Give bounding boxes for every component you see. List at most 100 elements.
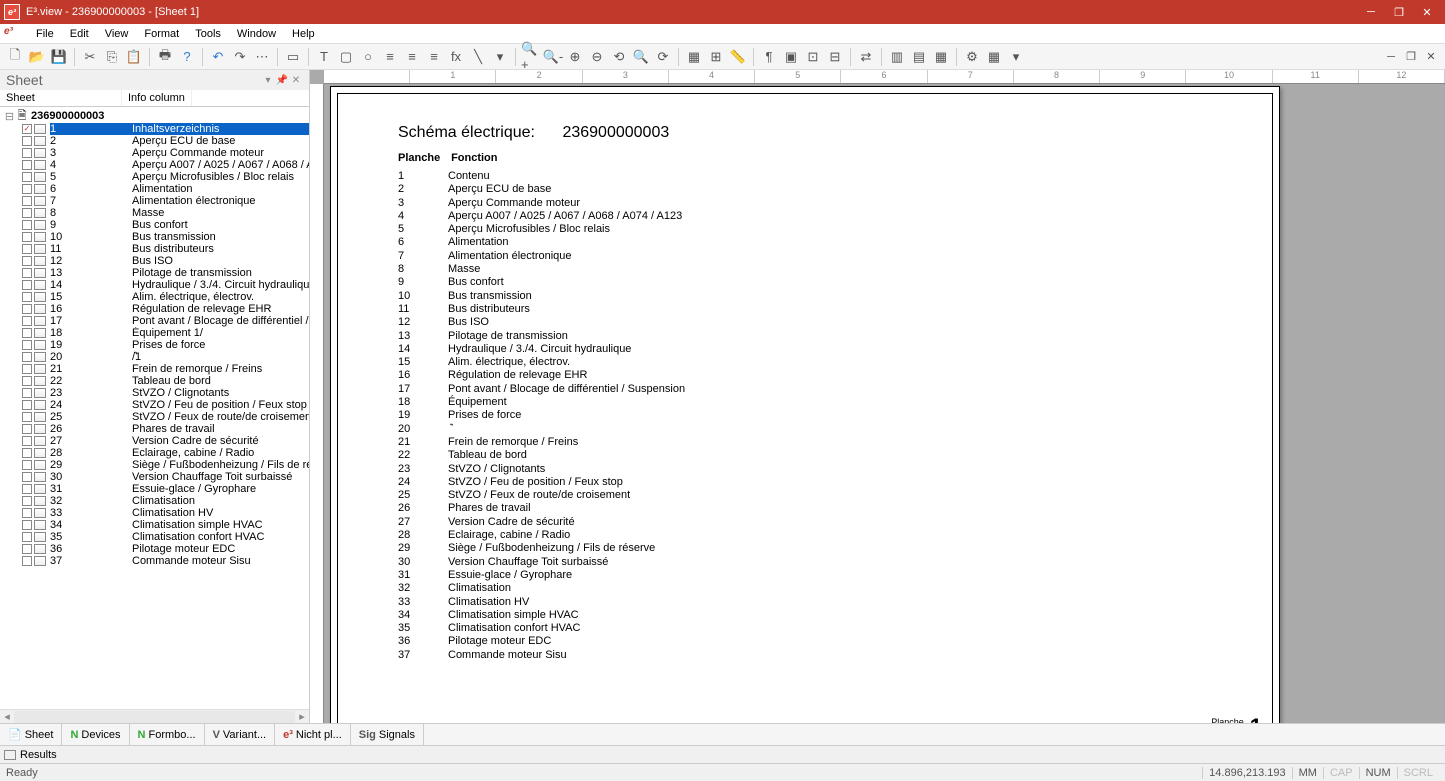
sheet-item-31[interactable]: 31Essuie-glace / Gyrophare — [4, 483, 309, 495]
sheet-checkbox[interactable] — [22, 304, 32, 314]
shape-circle-button[interactable]: ○ — [357, 46, 379, 68]
cut-button[interactable]: ✂ — [79, 46, 101, 68]
sheet-item-3[interactable]: 3Aperçu Commande moteur — [4, 147, 309, 159]
help-button[interactable]: ? — [176, 46, 198, 68]
layout3-button[interactable]: ⊟ — [824, 46, 846, 68]
zoom-fit-button[interactable]: ⊕ — [564, 46, 586, 68]
scroll-left-icon[interactable]: ◂ — [0, 710, 14, 723]
panel-dropdown-icon[interactable]: ▾ — [261, 73, 275, 87]
tab-nichtpl[interactable]: e³Nicht pl... — [275, 724, 351, 745]
sheet-item-23[interactable]: 23StVZO / Clignotants — [4, 387, 309, 399]
snap-button[interactable]: ⊞ — [705, 46, 727, 68]
zoom-in-button[interactable]: 🔍+ — [520, 46, 542, 68]
sheet-item-14[interactable]: 14Hydraulique / 3./4. Circuit hydrauliqu… — [4, 279, 309, 291]
align-center-button[interactable]: ≡ — [401, 46, 423, 68]
minimize-button[interactable]: ─ — [1357, 2, 1385, 22]
sheet-checkbox[interactable] — [22, 172, 32, 182]
sheet-item-9[interactable]: 9Bus confort — [4, 219, 309, 231]
sheet-checkbox[interactable] — [22, 184, 32, 194]
sheet-checkbox[interactable] — [22, 508, 32, 518]
view2-button[interactable]: ▤ — [908, 46, 930, 68]
sheet-checkbox[interactable] — [22, 496, 32, 506]
menu-tools[interactable]: Tools — [187, 26, 229, 42]
sheet-item-11[interactable]: 11Bus distributeurs — [4, 243, 309, 255]
sheet-checkbox[interactable] — [22, 316, 32, 326]
menu-help[interactable]: Help — [284, 26, 323, 42]
results-bar[interactable]: Results — [0, 745, 1445, 763]
sheet-checkbox[interactable] — [22, 460, 32, 470]
sheet-item-6[interactable]: 6Alimentation — [4, 183, 309, 195]
scroll-right-icon[interactable]: ▸ — [295, 710, 309, 723]
sheet-item-20[interactable]: 20݉/1 — [4, 351, 309, 363]
sheet-item-28[interactable]: 28Eclairage, cabine / Radio — [4, 447, 309, 459]
more-button[interactable]: ⋯ — [251, 46, 273, 68]
new-button[interactable]: 🗋 — [4, 46, 26, 68]
shape-rect-button[interactable]: ▢ — [335, 46, 357, 68]
sheet-checkbox[interactable] — [22, 292, 32, 302]
sheet-checkbox[interactable] — [22, 472, 32, 482]
sheet-item-5[interactable]: 5Aperçu Microfusibles / Bloc relais — [4, 171, 309, 183]
panel-pin-icon[interactable]: 📌 — [275, 73, 289, 87]
app-menu-icon[interactable]: e³ — [4, 26, 20, 42]
sheet-item-21[interactable]: 21Frein de remorque / Freins — [4, 363, 309, 375]
sheet-checkbox[interactable] — [22, 520, 32, 530]
sheet-item-4[interactable]: 4Aperçu A007 / A025 / A067 / A068 / A074… — [4, 159, 309, 171]
sheet-checkbox[interactable] — [22, 280, 32, 290]
sheet-item-2[interactable]: 2Aperçu ECU de base — [4, 135, 309, 147]
panel-col-sheet[interactable]: Sheet — [0, 90, 122, 106]
sheet-checkbox[interactable] — [22, 556, 32, 566]
sheet-checkbox[interactable] — [22, 208, 32, 218]
panel-hscrollbar[interactable]: ◂ ▸ — [0, 709, 309, 723]
sheet-item-25[interactable]: 25StVZO / Feux de route/de croisement — [4, 411, 309, 423]
sheet-item-36[interactable]: 36Pilotage moteur EDC — [4, 543, 309, 555]
mdi-minimize-button[interactable]: ─ — [1381, 49, 1401, 65]
sheet-item-26[interactable]: 26Phares de travail — [4, 423, 309, 435]
open-button[interactable]: 📂 — [26, 46, 48, 68]
sheet-checkbox[interactable] — [22, 256, 32, 266]
sheet-checkbox[interactable] — [22, 136, 32, 146]
dropdown-icon[interactable]: ▾ — [489, 46, 511, 68]
sheet-checkbox[interactable] — [22, 436, 32, 446]
sheet-checkbox[interactable] — [22, 220, 32, 230]
sheet-item-33[interactable]: 33Climatisation HV — [4, 507, 309, 519]
zoom-window-button[interactable]: ⊖ — [586, 46, 608, 68]
print-button[interactable]: 🖶 — [154, 46, 176, 68]
panel-close-icon[interactable]: ✕ — [289, 73, 303, 87]
sheet-checkbox[interactable] — [22, 412, 32, 422]
sheet-item-16[interactable]: 16Régulation de relevage EHR — [4, 303, 309, 315]
sheet-item-34[interactable]: 34Climatisation simple HVAC — [4, 519, 309, 531]
sheet-item-24[interactable]: 24StVZO / Feu de position / Feux stop — [4, 399, 309, 411]
formula-button[interactable]: fx — [445, 46, 467, 68]
sheet-item-30[interactable]: 30Version Chauffage Toit surbaissé — [4, 471, 309, 483]
connect-button[interactable]: ⇄ — [855, 46, 877, 68]
sheet-item-35[interactable]: 35Climatisation confort HVAC — [4, 531, 309, 543]
maximize-button[interactable]: ❐ — [1385, 2, 1413, 22]
sheet-item-13[interactable]: 13Pilotage de transmission — [4, 267, 309, 279]
refresh-button[interactable]: ⟳ — [652, 46, 674, 68]
mdi-close-button[interactable]: ✕ — [1421, 49, 1441, 65]
line-button[interactable]: ╲ — [467, 46, 489, 68]
sheet-item-29[interactable]: 29Siège / Fußbodenheizung / Fils de rése… — [4, 459, 309, 471]
sheet-checkbox[interactable] — [22, 364, 32, 374]
sheet-checkbox[interactable] — [22, 400, 32, 410]
sheet-checkbox[interactable] — [22, 148, 32, 158]
sheet-item-18[interactable]: 18Équipement ܎/1 — [4, 327, 309, 339]
sheet-checkbox[interactable] — [22, 532, 32, 542]
sheet-item-17[interactable]: 17Pont avant / Blocage de différentiel /… — [4, 315, 309, 327]
copy-button[interactable]: ⎘ — [101, 46, 123, 68]
text-button[interactable]: T — [313, 46, 335, 68]
sheet-checkbox[interactable] — [22, 424, 32, 434]
menu-file[interactable]: File — [28, 26, 62, 42]
view3-button[interactable]: ▦ — [930, 46, 952, 68]
sheet-checkbox[interactable] — [22, 340, 32, 350]
grid-button[interactable]: ▦ — [683, 46, 705, 68]
tab-variant[interactable]: VVariant... — [205, 724, 276, 745]
menu-format[interactable]: Format — [136, 26, 187, 42]
sheet-checkbox[interactable] — [22, 544, 32, 554]
view1-button[interactable]: ▥ — [886, 46, 908, 68]
sheet-checkbox[interactable] — [22, 352, 32, 362]
tree-root-node[interactable]: ⊟ 🗎 236900000003 — [4, 109, 309, 123]
tool1-button[interactable]: ⚙ — [961, 46, 983, 68]
sheet-item-12[interactable]: 12Bus ISO — [4, 255, 309, 267]
sheet-item-15[interactable]: 15Alim. électrique, électrov. — [4, 291, 309, 303]
